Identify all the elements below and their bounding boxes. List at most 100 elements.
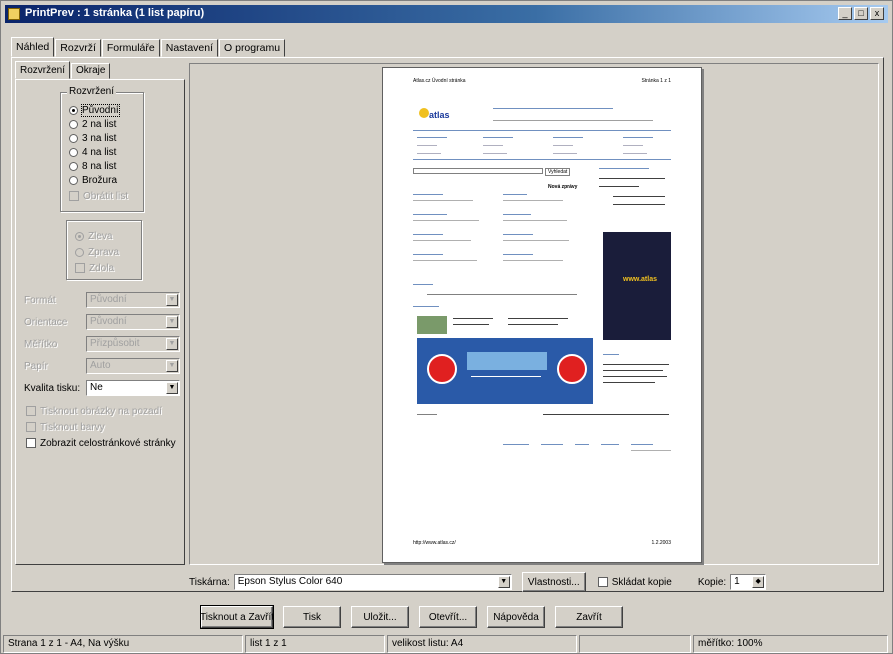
open-button[interactable]: Otevřít... (419, 606, 477, 628)
preview-area[interactable]: Atlas.cz Úvodní stránka Stránka 1 z 1 at… (189, 63, 879, 565)
scale-select: Přizpůsobit ▼ (86, 336, 180, 352)
paper-select: Auto ▼ (86, 358, 180, 374)
status-bar: Strana 1 z 1 - A4, Na výšku list 1 z 1 v… (3, 635, 892, 653)
atlas-brand: atlas (429, 110, 450, 120)
page-search-input (413, 168, 543, 174)
print-preview-window: PrintPrev : 1 stránka (1 list papíru) _ … (0, 0, 893, 654)
chevron-down-icon: ▼ (166, 360, 178, 372)
page-thumbnail (417, 316, 447, 334)
copies-label: Kopie: (697, 576, 727, 588)
checkbox-box (75, 263, 85, 273)
chevron-down-icon[interactable]: ▼ (166, 382, 178, 394)
page-header-left: Atlas.cz Úvodní stránka (413, 78, 466, 84)
status-empty (579, 635, 691, 653)
spin-arrows-icon[interactable]: ◆ (752, 576, 765, 588)
action-buttons: Tisknout a Zavřít Tisk Uložit... Otevřít… (200, 605, 623, 629)
tab-layout[interactable]: Rozvrží (55, 39, 101, 57)
checkbox-flip-sheet: Obrátit list (69, 189, 128, 203)
subtab-layout[interactable]: Rozvržení (15, 61, 71, 79)
atlas-logo-icon (419, 108, 429, 118)
print-button[interactable]: Tisk (283, 606, 341, 628)
page-ad-banner (417, 338, 593, 404)
chevron-down-icon: ▼ (166, 316, 178, 328)
print-and-close-button[interactable]: Tisknout a Zavřít (200, 605, 274, 629)
checkbox-box[interactable] (26, 438, 36, 448)
page-right-news (603, 354, 673, 394)
quality-select[interactable]: Ne ▼ (86, 380, 180, 396)
tab-preview[interactable]: Náhled (11, 37, 55, 57)
main-tab-strip: Náhled Rozvrží Formuláře Nastavení O pro… (11, 37, 286, 57)
quality-field: Kvalita tisku: Ne ▼ (24, 380, 180, 396)
top-links-2 (493, 120, 653, 121)
close-dialog-button[interactable]: Zavřít (555, 606, 623, 628)
help-button[interactable]: Nápověda (487, 606, 545, 628)
nav-sections (413, 130, 671, 160)
options-panel: Rozvržení Okraje Rozvržení Původní 2 na … (15, 61, 185, 565)
save-button[interactable]: Uložit... (351, 606, 409, 628)
app-icon (8, 8, 20, 20)
window-title: PrintPrev : 1 stránka (1 list papíru) (25, 7, 205, 19)
printer-label: Tiskárna: (189, 576, 230, 588)
page-search-button: Vyhledat (545, 168, 571, 176)
radio-4-per-sheet[interactable]: 4 na list (69, 145, 116, 159)
printer-properties-button[interactable]: Vlastnosti... (521, 572, 586, 592)
status-sheet-info: list 1 z 1 (245, 635, 385, 653)
layout-groupbox: Rozvržení Původní 2 na list 3 na list 4 … (60, 86, 144, 212)
printer-select[interactable]: Epson Stylus Color 640 ▼ (233, 574, 512, 590)
radio-booklet[interactable]: Brožura (69, 173, 117, 187)
radio-dot (69, 147, 78, 157)
page-column-title: Nová zprávy (548, 184, 578, 190)
page-footer-links (503, 444, 673, 454)
copies-spinner[interactable]: 1 ◆ (730, 574, 767, 590)
orientation-select: Původní ▼ (86, 314, 180, 330)
orientation-field: Orientace Původní ▼ (24, 314, 180, 330)
radio-order-left: Zleva (75, 229, 112, 243)
scale-field: Měřítko Přizpůsobit ▼ (24, 336, 180, 352)
paper-field: Papír Auto ▼ (24, 358, 180, 374)
radio-dot (69, 133, 78, 143)
radio-original[interactable]: Původní (69, 103, 120, 117)
status-paper-size: velikost listu: A4 (387, 635, 577, 653)
chevron-down-icon: ▼ (166, 294, 178, 306)
minimize-button[interactable]: _ (838, 7, 852, 20)
radio-dot (69, 119, 78, 129)
top-links (493, 108, 613, 109)
page-skyscraper-banner: www.atlas (603, 232, 671, 340)
radio-dot (75, 247, 84, 257)
collate-checkbox[interactable]: Skládat kopie (597, 577, 672, 588)
tab-forms[interactable]: Formuláře (101, 39, 160, 57)
radio-dot (69, 105, 78, 115)
checkbox-box[interactable] (597, 577, 608, 587)
chevron-down-icon: ▼ (166, 338, 178, 350)
status-zoom: měřítko: 100% (693, 635, 888, 653)
no-sign-icon (557, 354, 587, 384)
close-button[interactable]: x (870, 7, 884, 20)
subtab-content: Rozvržení Původní 2 na list 3 na list 4 … (15, 79, 185, 565)
radio-8-per-sheet[interactable]: 8 na list (69, 159, 116, 173)
subtab-margins[interactable]: Okraje (71, 63, 111, 79)
radio-order-bottom: Zdola (75, 261, 114, 275)
tab-settings[interactable]: Nastavení (160, 39, 219, 57)
page-section-label (413, 284, 433, 285)
chevron-down-icon[interactable]: ▼ (497, 576, 510, 588)
page-header-right: Stránka 1 z 1 (641, 78, 671, 84)
checkbox-print-colors: Tisknout barvy (26, 420, 105, 434)
page-right-box (599, 164, 669, 220)
preview-page[interactable]: Atlas.cz Úvodní stránka Stránka 1 z 1 at… (382, 67, 702, 563)
maximize-button[interactable]: □ (854, 7, 868, 20)
checkbox-show-full-pages[interactable]: Zobrazit celostránkové stránky (26, 436, 176, 450)
format-field: Formát Původní ▼ (24, 292, 180, 308)
page-section-label-2 (413, 306, 439, 307)
radio-order-right: Zprava (75, 245, 119, 259)
radio-dot (69, 161, 78, 171)
checkbox-box (26, 422, 36, 432)
checkbox-print-backgrounds: Tisknout obrázky na pozadí (26, 404, 162, 418)
printer-row: Tiskárna: Epson Stylus Color 640 ▼ Vlast… (189, 572, 767, 592)
page-section-links (427, 294, 577, 295)
radio-3-per-sheet[interactable]: 3 na list (69, 131, 116, 145)
title-bar[interactable]: PrintPrev : 1 stránka (1 list papíru) _ … (5, 5, 888, 23)
tab-about[interactable]: O programu (219, 39, 286, 57)
radio-dot (75, 231, 84, 241)
radio-2-per-sheet[interactable]: 2 na list (69, 117, 116, 131)
page-footer-right: 1.2.2003 (651, 540, 671, 546)
